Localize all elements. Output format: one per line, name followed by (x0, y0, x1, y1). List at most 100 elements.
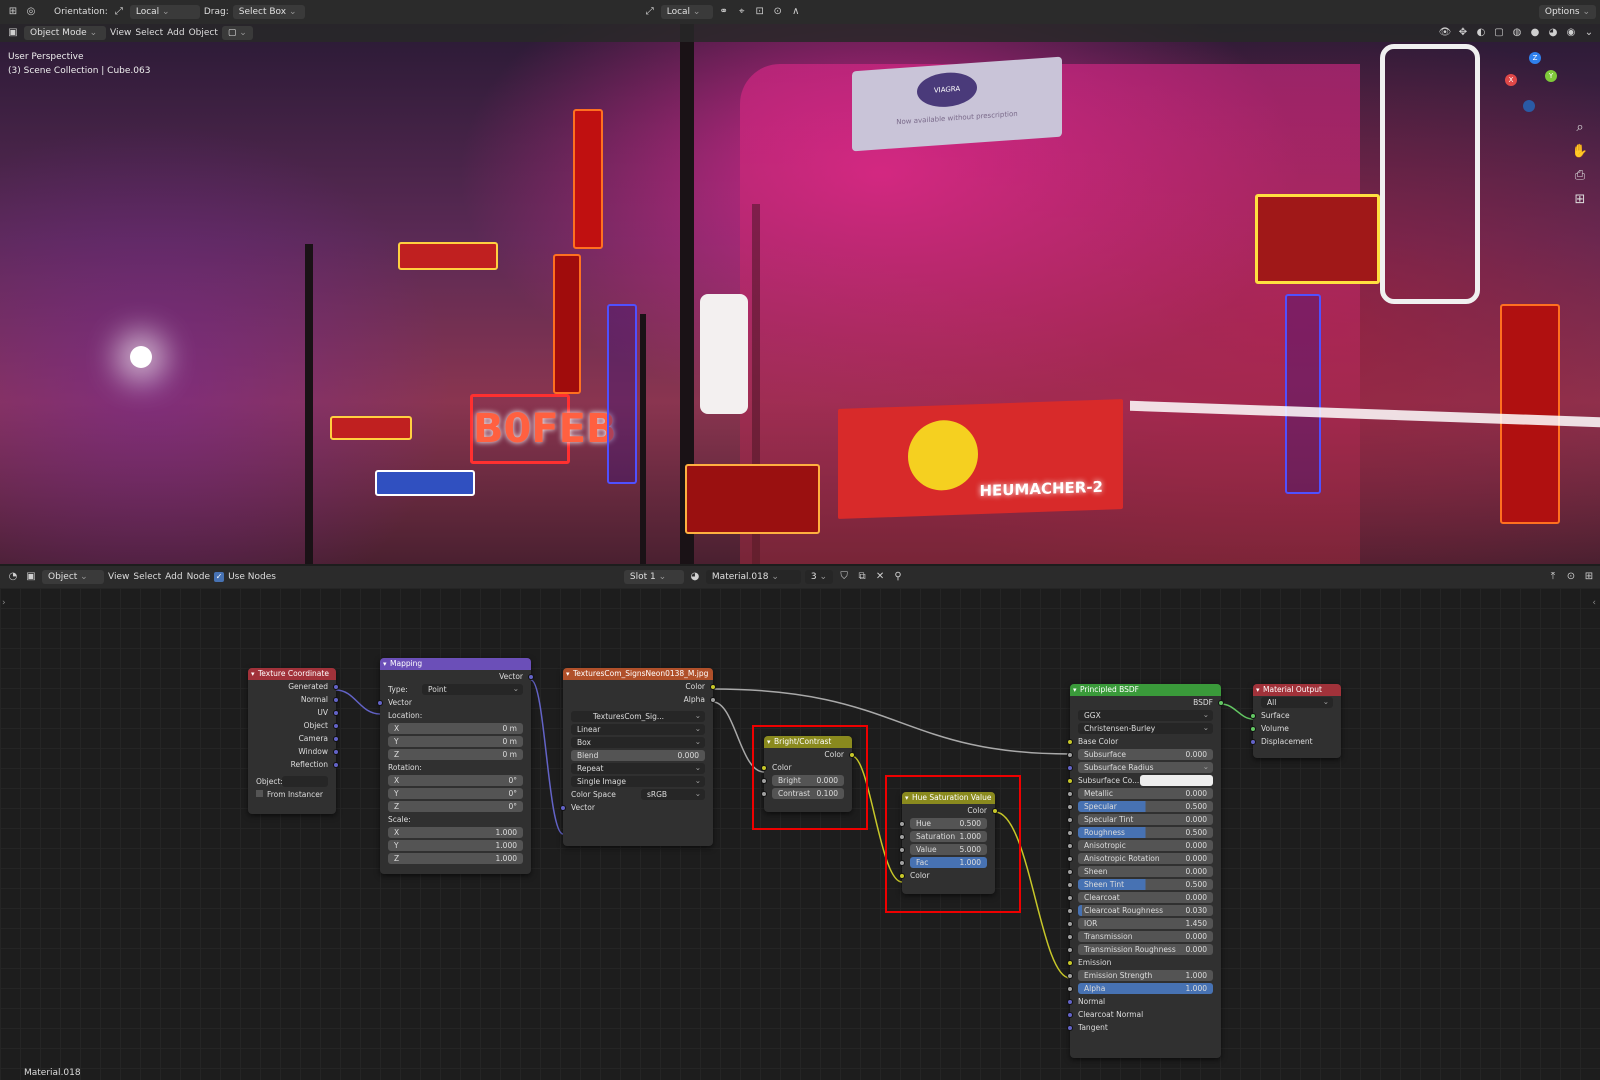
snap-node-icon[interactable]: ⊙ (1564, 570, 1578, 584)
pivot-dropdown[interactable]: Local (660, 5, 713, 19)
image-name-field[interactable]: TexturesCom_Sig... (571, 710, 705, 722)
colorspace-dropdown[interactable]: sRGB (641, 788, 705, 800)
bsdf-param-field[interactable]: Specular 0.500 (1078, 801, 1213, 812)
bsdf-param-field[interactable]: Transmission 0.000 (1078, 931, 1213, 942)
socket[interactable] (560, 805, 566, 811)
navigation-gizmo[interactable]: Z Y X (1505, 52, 1565, 112)
socket[interactable] (1250, 726, 1256, 732)
socket[interactable] (1067, 804, 1073, 810)
socket[interactable] (333, 749, 339, 755)
socket[interactable] (710, 697, 716, 703)
falloff-icon[interactable]: ∧ (789, 5, 803, 19)
use-nodes-checkbox[interactable]: ✓ (214, 572, 225, 582)
socket[interactable] (333, 736, 339, 742)
scale-x-field[interactable]: X 1.000 (388, 827, 523, 838)
socket[interactable] (1067, 947, 1073, 953)
image-texture-node[interactable]: TexturesCom_SignsNeon0138_M.jpg Color Al… (560, 668, 716, 846)
material-name-field[interactable]: Material.018 (705, 570, 801, 584)
unlink-icon[interactable]: ✕ (873, 570, 887, 584)
camera-view-icon[interactable]: ⎙ (1570, 168, 1590, 188)
bsdf-param-field[interactable]: Transmission Roughness 0.000 (1078, 944, 1213, 955)
location-x-field[interactable]: X0 m (388, 723, 523, 734)
extension-dropdown[interactable]: Repeat (571, 762, 705, 774)
node-menu-node[interactable]: Node (187, 572, 211, 582)
socket[interactable] (1067, 986, 1073, 992)
material-output-node[interactable]: Material Output All Surface Volume Displ… (1250, 684, 1341, 758)
orientation-dropdown[interactable]: Local (129, 5, 200, 19)
solid-shading-icon[interactable]: ● (1528, 26, 1542, 40)
location-y-field[interactable]: Y0 m (388, 736, 523, 747)
sidebar-toggle-left[interactable]: › (2, 598, 6, 608)
3d-viewport[interactable]: VIAGRA Now available without prescriptio… (0, 24, 1600, 564)
from-instancer-row[interactable]: From Instancer (248, 788, 336, 801)
wireframe-shading-icon[interactable]: ◍ (1510, 26, 1524, 40)
zoom-icon[interactable]: ⌕ (1570, 120, 1590, 140)
target-dropdown[interactable]: All (1261, 696, 1333, 708)
socket[interactable] (1067, 817, 1073, 823)
subsurface-field[interactable]: Subsurface 0.000 (1078, 749, 1213, 760)
sidebar-toggle-right[interactable]: ‹ (1592, 598, 1596, 608)
link-icon[interactable]: ⚭ (717, 5, 731, 19)
socket[interactable] (1250, 739, 1256, 745)
texture-coordinate-node[interactable]: Texture Coordinate Generated Normal UV O… (248, 668, 339, 814)
viewport-menu-object[interactable]: Object (189, 28, 218, 38)
gizmo-icon[interactable]: ✥ (1456, 26, 1470, 40)
socket[interactable] (1067, 765, 1073, 771)
shader-type-dropdown[interactable]: Object (42, 570, 104, 584)
node-menu-select[interactable]: Select (133, 572, 161, 582)
rotation-y-field[interactable]: Y 0° (388, 788, 523, 799)
socket[interactable] (1067, 739, 1073, 745)
bsdf-param-field[interactable]: Sheen 0.000 (1078, 866, 1213, 877)
bsdf-param-field[interactable]: Sheen Tint 0.500 (1078, 879, 1213, 890)
viewport-menu-add[interactable]: Add (167, 28, 184, 38)
editor-type-icon[interactable]: ◔ (6, 570, 20, 584)
from-instancer-checkbox[interactable] (256, 790, 263, 797)
node-header[interactable]: Mapping (380, 658, 531, 670)
socket[interactable] (1067, 869, 1073, 875)
socket[interactable] (1067, 908, 1073, 914)
socket[interactable] (710, 684, 716, 690)
subsurface-color-swatch[interactable] (1140, 775, 1213, 786)
node-header[interactable]: Principled BSDF (1070, 684, 1221, 696)
proportional-icon[interactable]: ⊙ (771, 5, 785, 19)
node-editor-canvas[interactable]: Texture Coordinate Generated Normal UV O… (0, 588, 1600, 1080)
socket[interactable] (1067, 830, 1073, 836)
socket[interactable] (1067, 778, 1073, 784)
socket[interactable] (333, 710, 339, 716)
bsdf-param-field[interactable]: Clearcoat 0.000 (1078, 892, 1213, 903)
visibility-icon[interactable]: 👁 (1438, 26, 1452, 40)
object-picker[interactable] (282, 776, 328, 787)
socket[interactable] (333, 762, 339, 768)
distribution-dropdown[interactable]: GGX (1078, 709, 1213, 721)
snap-icon[interactable]: ⌖ (735, 5, 749, 19)
location-z-field[interactable]: Z0 m (388, 749, 523, 760)
socket[interactable] (333, 697, 339, 703)
socket[interactable] (1067, 960, 1073, 966)
alpha-field[interactable]: Alpha 1.000 (1078, 983, 1213, 994)
ortho-grid-icon[interactable]: ⊞ (1570, 192, 1590, 212)
pan-hand-icon[interactable]: ✋ (1570, 144, 1590, 164)
node-menu-add[interactable]: Add (165, 572, 182, 582)
gizmo-x-axis[interactable]: X (1505, 74, 1517, 86)
bsdf-param-field[interactable]: Roughness 0.500 (1078, 827, 1213, 838)
socket[interactable] (1067, 1012, 1073, 1018)
bsdf-param-field[interactable]: Specular Tint 0.000 (1078, 814, 1213, 825)
socket[interactable] (1067, 999, 1073, 1005)
rendered-shading-icon[interactable]: ◉ (1564, 26, 1578, 40)
bsdf-param-field[interactable]: Anisotropic 0.000 (1078, 840, 1213, 851)
options-dropdown[interactable]: Options (1538, 5, 1596, 19)
viewport-menu-select[interactable]: Select (135, 28, 163, 38)
duplicate-material-icon[interactable]: ⧉ (855, 570, 869, 584)
socket[interactable] (1067, 934, 1073, 940)
gizmo-z-axis[interactable]: Z (1529, 52, 1541, 64)
scale-z-field[interactable]: Z 1.000 (388, 853, 523, 864)
node-header[interactable]: TexturesCom_SignsNeon0138_M.jpg (563, 668, 713, 680)
socket[interactable] (1067, 882, 1073, 888)
mapping-node[interactable]: Mapping Vector Type:Point Vector Locatio… (377, 658, 534, 874)
transform-icon[interactable]: ◎ (24, 5, 38, 19)
source-dropdown[interactable]: Single Image (571, 775, 705, 787)
socket[interactable] (528, 674, 534, 680)
node-header[interactable]: Material Output (1253, 684, 1341, 696)
socket[interactable] (1067, 843, 1073, 849)
type-dropdown[interactable]: Point (422, 683, 523, 695)
